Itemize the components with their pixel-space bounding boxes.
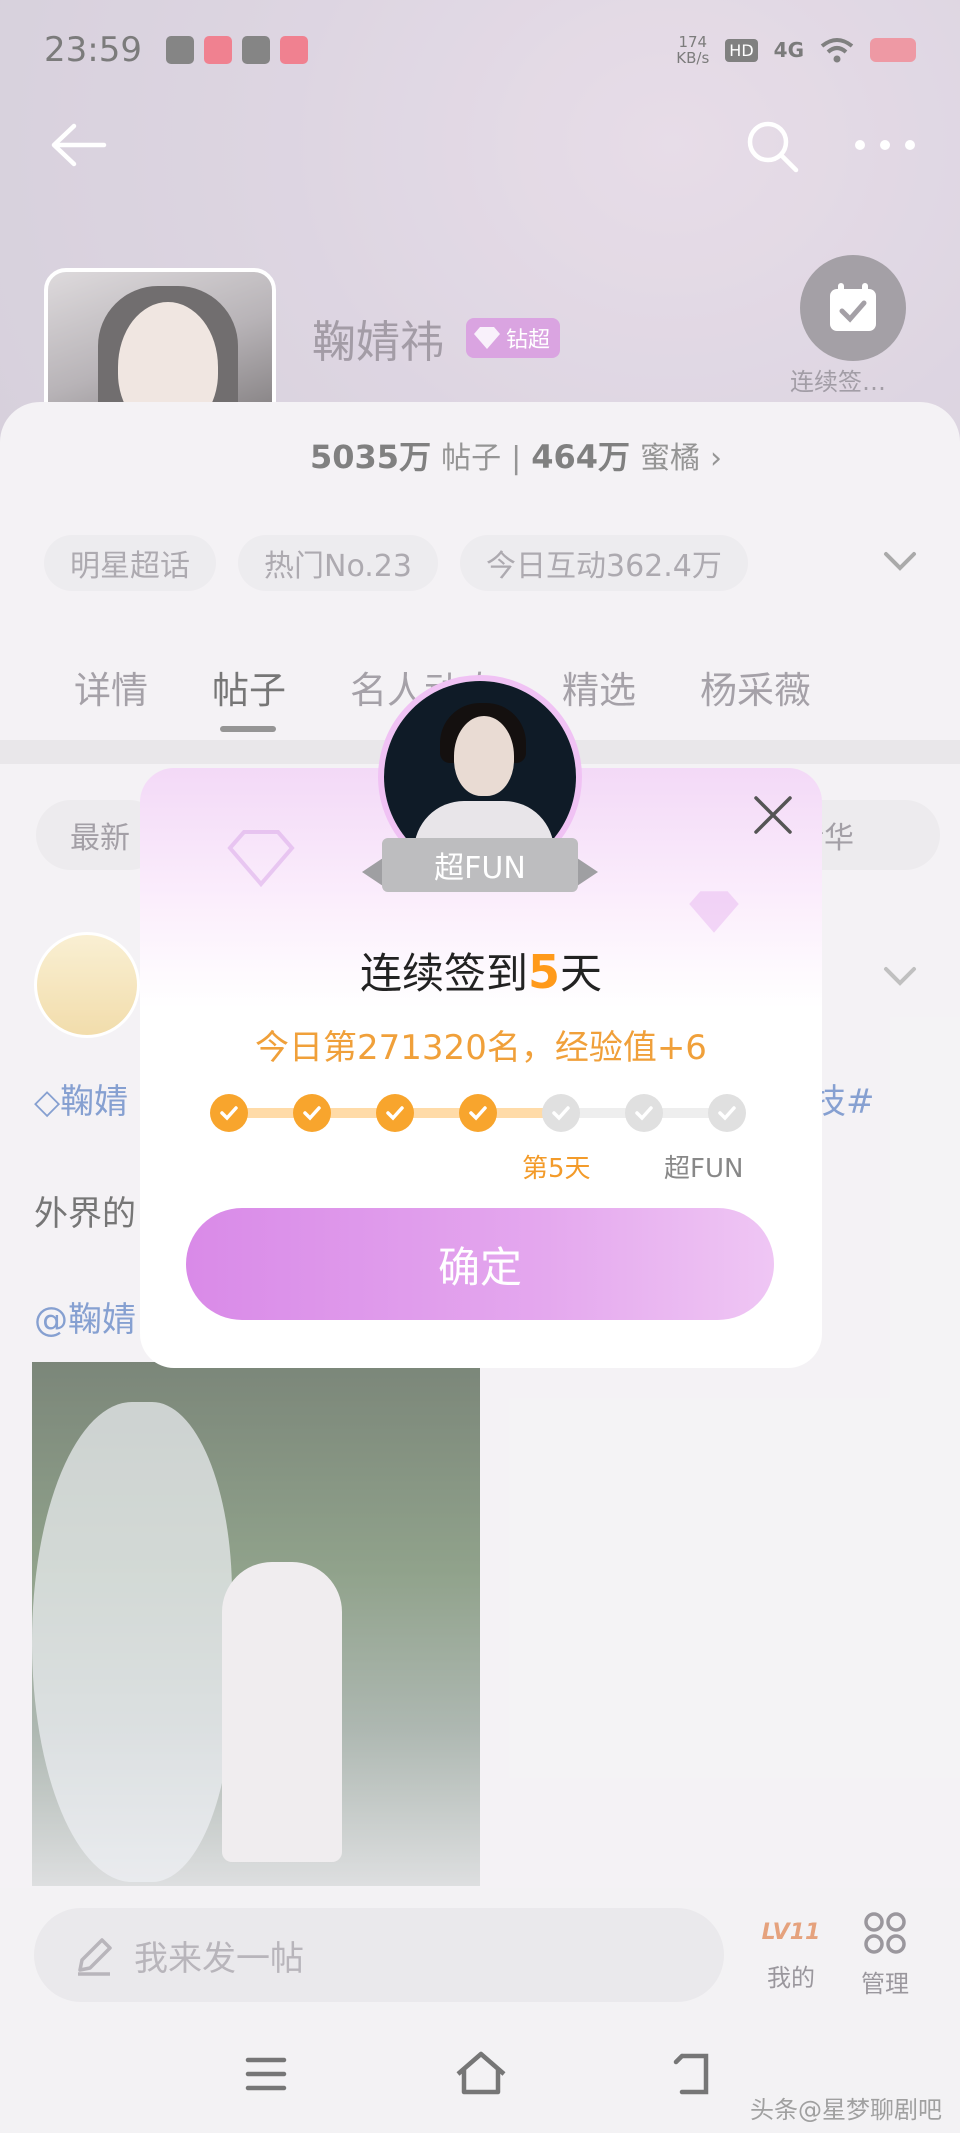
check-icon [718,1106,736,1121]
check-icon [552,1106,570,1121]
step-pending-dot [542,1094,580,1132]
step-done-dot [376,1094,414,1132]
final-reward-label: 超FUN [664,1154,744,1184]
diamond-icon [227,830,295,888]
check-icon [635,1106,653,1121]
step-pending-dot [625,1094,663,1132]
close-icon[interactable] [752,794,794,836]
streak-days: 5 [527,945,560,999]
ribbon-label: 超FUN [382,838,578,892]
streak-progress: 第5天 超FUN [210,1088,746,1184]
check-icon [303,1106,321,1121]
step-done-dot [210,1094,248,1132]
step-done-dot [293,1094,331,1132]
step-done-dot [459,1094,497,1132]
step-pending-dot [708,1094,746,1132]
current-day-label: 第5天 [522,1154,591,1184]
popup-title: 连续签到5天 [359,945,603,999]
check-icon [386,1106,404,1121]
rank-and-exp: 今日第271320名，经验值+6 [255,1028,707,1068]
check-icon [220,1106,238,1121]
check-icon [469,1106,487,1121]
confirm-button[interactable]: 确定 [186,1208,774,1320]
diamond-icon [689,891,739,933]
super-fun-ribbon: 超FUN [362,838,598,896]
